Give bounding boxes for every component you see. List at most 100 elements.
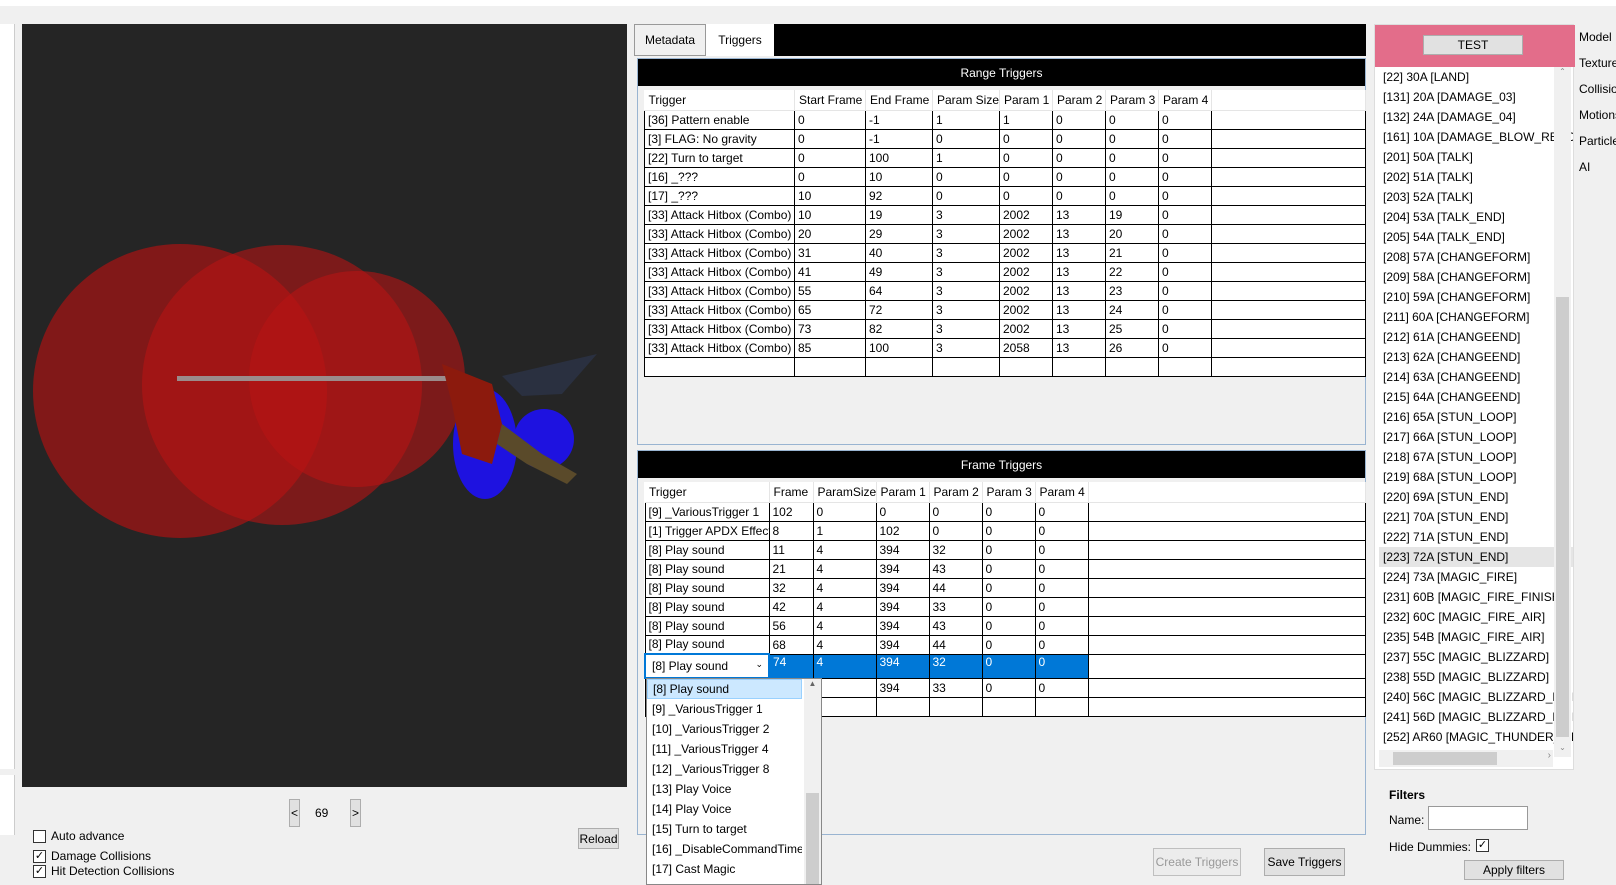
range-cell[interactable]: 2058: [999, 337, 1053, 358]
range-cell[interactable]: -1: [865, 109, 933, 130]
frame-cell[interactable]: 0: [1034, 653, 1089, 679]
frame-col-header[interactable]: Trigger: [645, 482, 770, 503]
motion-list-item[interactable]: [224] 73A [MAGIC_FIRE]: [1379, 567, 1573, 587]
frame-cell[interactable]: 0: [1034, 577, 1089, 598]
frame-row[interactable]: [8] Play sound 68 4 394 44 0 0: [644, 634, 1366, 655]
range-col-header[interactable]: Param 1: [999, 90, 1053, 111]
range-row[interactable]: [33] Attack Hitbox (Combo) 41 49 3 2002 13 22 0: [644, 261, 1366, 282]
range-cell[interactable]: 0: [1052, 147, 1106, 168]
hit-detection-collisions-checkbox[interactable]: ✓ Hit Detection Collisions: [33, 864, 174, 878]
motion-listbox[interactable]: [22] 30A [LAND] [131] 20A [DAMAGE_03] [132…: [1379, 67, 1573, 757]
motion-list-item[interactable]: [204] 53A [TALK_END]: [1379, 207, 1573, 227]
range-cell[interactable]: 0: [999, 128, 1053, 149]
motion-list-item[interactable]: [217] 66A [STUN_LOOP]: [1379, 427, 1573, 447]
range-col-header[interactable]: End Frame: [865, 90, 933, 111]
range-cell[interactable]: 3: [932, 299, 1000, 320]
dropdown-option[interactable]: [16] _DisableCommandTime: [647, 839, 802, 859]
range-cell[interactable]: [1052, 356, 1106, 377]
dropdown-option[interactable]: [13] Play Voice: [647, 779, 802, 799]
range-cell[interactable]: 13: [1052, 318, 1106, 339]
motion-list-item[interactable]: [241] 56D [MAGIC_BLIZZARD_FINISH]: [1379, 707, 1573, 727]
frame-row[interactable]: [8] Play sound 32 4 394 44 0 0: [644, 577, 1366, 598]
range-cell[interactable]: 19: [1105, 204, 1159, 225]
frame-cell[interactable]: 43: [928, 615, 983, 636]
frame-cell[interactable]: 0: [1034, 615, 1089, 636]
range-cell[interactable]: 92: [865, 185, 933, 206]
range-cell[interactable]: 0: [1158, 147, 1212, 168]
range-cell[interactable]: 0: [1052, 109, 1106, 130]
frame-cell[interactable]: 1: [812, 520, 877, 541]
range-cell[interactable]: 73: [794, 318, 866, 339]
frame-cell[interactable]: 102: [875, 520, 930, 541]
range-cell[interactable]: [33] Attack Hitbox (Combo): [644, 280, 795, 301]
frame-cell[interactable]: 0: [1034, 539, 1089, 560]
range-cell[interactable]: [865, 356, 933, 377]
reload-button[interactable]: Reload: [578, 828, 619, 849]
range-cell[interactable]: 13: [1052, 299, 1106, 320]
range-cell[interactable]: 0: [1158, 204, 1212, 225]
frame-cell[interactable]: 4: [812, 653, 877, 679]
dropdown-option[interactable]: [12] _VariousTrigger 8: [647, 759, 802, 779]
motion-list-item[interactable]: [235] 54B [MAGIC_FIRE_AIR]: [1379, 627, 1573, 647]
range-cell[interactable]: 100: [865, 147, 933, 168]
filter-name-input[interactable]: [1428, 806, 1528, 830]
range-cell[interactable]: 26: [1105, 337, 1159, 358]
sidebar-item[interactable]: AI: [1576, 154, 1616, 180]
range-cell[interactable]: 13: [1052, 223, 1106, 244]
frame-cell[interactable]: 4: [812, 596, 877, 617]
range-cell[interactable]: [22] Turn to target: [644, 147, 795, 168]
range-cell[interactable]: [33] Attack Hitbox (Combo): [644, 242, 795, 263]
range-cell[interactable]: 0: [932, 166, 1000, 187]
range-cell[interactable]: 13: [1052, 280, 1106, 301]
frame-cell[interactable]: 11: [768, 539, 814, 560]
range-cell[interactable]: 3: [932, 204, 1000, 225]
range-cell[interactable]: 55: [794, 280, 866, 301]
frame-cell[interactable]: 4: [812, 577, 877, 598]
motion-list-item[interactable]: [209] 58A [CHANGEFORM]: [1379, 267, 1573, 287]
range-cell[interactable]: 2002: [999, 299, 1053, 320]
range-cell[interactable]: 25: [1105, 318, 1159, 339]
range-cell[interactable]: 65: [794, 299, 866, 320]
motion-list-item[interactable]: [232] 60C [MAGIC_FIRE_AIR]: [1379, 607, 1573, 627]
range-row[interactable]: [22] Turn to target 0 100 1 0 0 0 0: [644, 147, 1366, 168]
range-cell[interactable]: 41: [794, 261, 866, 282]
frame-cell[interactable]: 0: [981, 634, 1036, 655]
range-cell[interactable]: 10: [794, 204, 866, 225]
range-cell[interactable]: 0: [1052, 166, 1106, 187]
motion-list-item[interactable]: [219] 68A [STUN_LOOP]: [1379, 467, 1573, 487]
scroll-up-arrow-icon[interactable]: ⌃: [1554, 67, 1571, 81]
frame-cell[interactable]: 32: [928, 653, 983, 679]
range-cell[interactable]: 0: [1158, 299, 1212, 320]
frame-cell[interactable]: [1] Trigger APDX Effect: [644, 520, 770, 541]
range-cell[interactable]: 0: [932, 185, 1000, 206]
range-cell[interactable]: 1: [932, 147, 1000, 168]
range-cell[interactable]: [17] _???: [644, 185, 795, 206]
range-cell[interactable]: [33] Attack Hitbox (Combo): [644, 337, 795, 358]
dropdown-scrollbar[interactable]: ▲: [804, 679, 821, 884]
range-cell[interactable]: [932, 356, 1000, 377]
sidebar-item[interactable]: Textures: [1576, 50, 1616, 76]
auto-advance-checkbox[interactable]: Auto advance: [33, 829, 124, 843]
dropdown-scroll-thumb[interactable]: [806, 793, 819, 884]
frame-cell[interactable]: [981, 696, 1036, 717]
range-cell[interactable]: 64: [865, 280, 933, 301]
frame-cell[interactable]: 0: [928, 501, 983, 522]
selected-frame-row[interactable]: [8] Play sound ⌄ 74 4 394 32 0 0: [644, 653, 1366, 679]
motion-list-item[interactable]: [231] 60B [MAGIC_FIRE_FINISH]: [1379, 587, 1573, 607]
frame-cell[interactable]: 32: [928, 539, 983, 560]
range-cell[interactable]: 19: [865, 204, 933, 225]
range-cell[interactable]: 20: [794, 223, 866, 244]
range-cell[interactable]: 2002: [999, 204, 1053, 225]
dropdown-option[interactable]: [10] _VariousTrigger 2: [647, 719, 802, 739]
frame-cell[interactable]: 394: [875, 596, 930, 617]
range-cell[interactable]: 0: [794, 147, 866, 168]
motion-list-item[interactable]: [237] 55C [MAGIC_BLIZZARD]: [1379, 647, 1573, 667]
range-cell[interactable]: 0: [1158, 166, 1212, 187]
frame-cell[interactable]: 0: [1034, 634, 1089, 655]
scroll-right-arrow-icon[interactable]: ›: [1548, 750, 1551, 761]
range-cell[interactable]: 2002: [999, 318, 1053, 339]
dropdown-option[interactable]: [14] Play Voice: [647, 799, 802, 819]
range-cell[interactable]: [33] Attack Hitbox (Combo): [644, 204, 795, 225]
range-cell[interactable]: 0: [1158, 109, 1212, 130]
frame-cell[interactable]: 0: [1034, 558, 1089, 579]
